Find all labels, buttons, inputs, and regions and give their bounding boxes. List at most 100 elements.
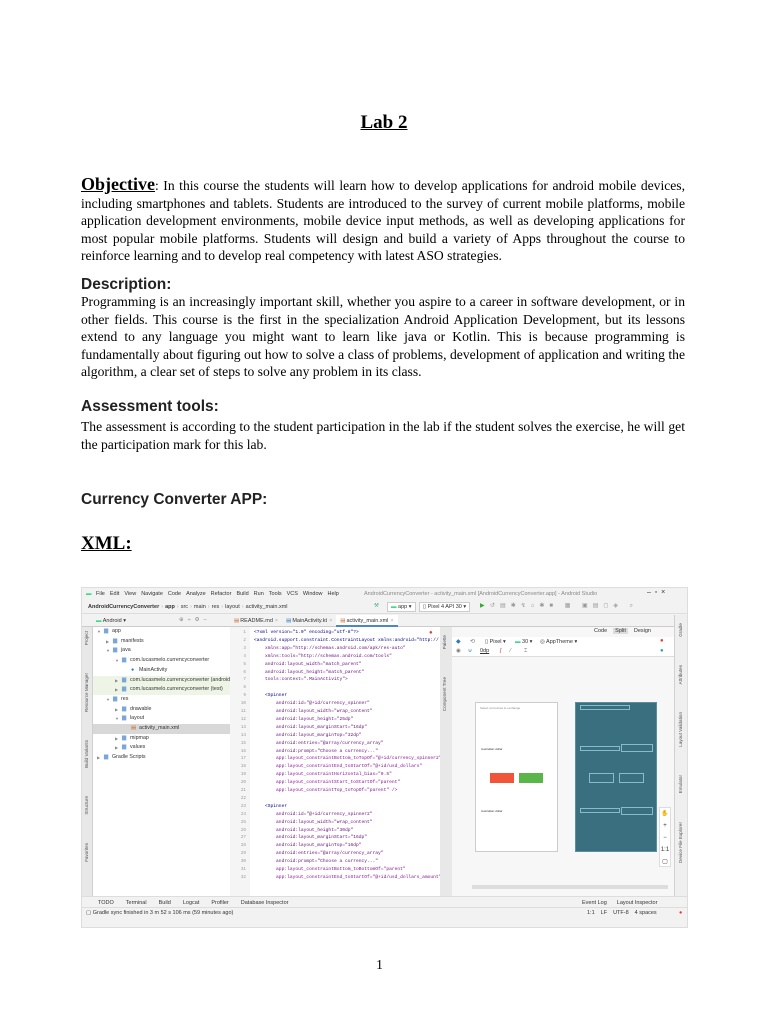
tool-button-build[interactable]: Build bbox=[159, 900, 171, 906]
orientation-icon[interactable]: ⟲ bbox=[470, 638, 475, 645]
tool-button-lf[interactable]: LF bbox=[601, 910, 607, 916]
expand-arrow-icon[interactable]: ▶ bbox=[97, 753, 100, 763]
menu-item-code[interactable]: Code bbox=[168, 591, 181, 597]
tree-item[interactable]: ▶ ▆ drawable bbox=[93, 705, 230, 715]
view-mode-split[interactable]: Split bbox=[613, 628, 628, 634]
menu-item-file[interactable]: File bbox=[96, 591, 105, 597]
tab-mainactivity-kt[interactable]: ▤MainActivity.kt × bbox=[282, 615, 336, 627]
expand-arrow-icon[interactable]: ▼ bbox=[115, 656, 119, 666]
window-controls[interactable]: – ▫ × bbox=[647, 589, 665, 596]
zoom-controls[interactable]: ✋ + −1:1 ▢ bbox=[659, 807, 671, 867]
expand-arrow-icon[interactable]: ▶ bbox=[115, 685, 118, 695]
tool-button-utf-8[interactable]: UTF-8 bbox=[613, 910, 629, 916]
tool-button-1:1[interactable]: 1:1 bbox=[587, 910, 595, 916]
device-preview-select[interactable]: ▯ Pixel ▾ bbox=[485, 639, 506, 645]
expand-arrow-icon[interactable]: ▶ bbox=[106, 637, 109, 647]
breadcrumb-item[interactable]: layout bbox=[225, 604, 240, 610]
tool-window-palette[interactable]: Palette bbox=[442, 635, 447, 649]
tree-item[interactable]: ▶ ▆ Gradle Scripts bbox=[93, 753, 230, 763]
tree-item[interactable]: ▤ activity_main.xml bbox=[93, 724, 230, 734]
design-surface-icon[interactable]: ◆ bbox=[456, 638, 461, 645]
tab-activity-main-xml[interactable]: ▤activity_main.xml × bbox=[336, 615, 398, 627]
device-select[interactable]: ▯ Pixel 4 API 30 ▾ bbox=[419, 602, 471, 612]
toolbar-icons[interactable]: ↺▤✱↯⌂✱■ ▦ ▣▤◻◈ ⌕ bbox=[490, 602, 638, 610]
tree-item[interactable]: ▶ ▆ values bbox=[93, 743, 230, 753]
run-icon[interactable]: ▶ bbox=[480, 602, 485, 609]
api-select[interactable]: ▬ 30 ▾ bbox=[515, 639, 532, 645]
tree-item[interactable]: ▶ ▆ com.lucasmelo.currencyconverter (andro… bbox=[93, 675, 242, 686]
tool-window-structure[interactable]: Structure bbox=[84, 796, 89, 815]
tree-item[interactable]: ▼ ▆ com.lucasmelo.currencyconverter bbox=[93, 656, 230, 666]
horizontal-scrollbar[interactable] bbox=[472, 885, 668, 889]
expand-arrow-icon[interactable]: ▼ bbox=[106, 646, 110, 656]
default-margin-select[interactable]: 0dp bbox=[480, 648, 489, 654]
design-preview[interactable]: Select currencies to exchange Australian… bbox=[475, 702, 558, 852]
menu-item-navigate[interactable]: Navigate bbox=[141, 591, 163, 597]
tool-window-favorites[interactable]: Favorites bbox=[84, 843, 89, 862]
expand-arrow-icon[interactable]: ▶ bbox=[115, 743, 118, 753]
tool-window-layout-validation[interactable]: Layout Validation bbox=[678, 712, 683, 747]
tree-item[interactable]: ▼ ▆ java bbox=[93, 646, 230, 656]
tool-button-event-log[interactable]: Event Log bbox=[582, 900, 607, 906]
code-editor[interactable]: 1 <?xml version="1.0" encoding="utf-8"?> 2… bbox=[230, 627, 441, 896]
project-view-select[interactable]: ▬ Android ▾ bbox=[96, 618, 126, 624]
error-icon[interactable]: ● bbox=[679, 910, 682, 916]
tool-button-todo[interactable]: TODO bbox=[98, 900, 114, 906]
menu-item-run[interactable]: Run bbox=[254, 591, 264, 597]
tree-item[interactable]: ▼ ▆ layout bbox=[93, 714, 230, 724]
expand-arrow-icon[interactable]: ▼ bbox=[106, 695, 110, 705]
breadcrumb-item[interactable]: main bbox=[194, 604, 206, 610]
breadcrumb-item[interactable]: res bbox=[212, 604, 220, 610]
tool-button-profiler[interactable]: Profiler bbox=[211, 900, 228, 906]
tool-window-project[interactable]: Project bbox=[84, 631, 89, 645]
close-icon[interactable]: × bbox=[390, 618, 393, 624]
close-icon[interactable]: × bbox=[329, 618, 332, 624]
tree-item[interactable]: ▶ ▆ mipmap bbox=[93, 734, 230, 744]
menu-item-help[interactable]: Help bbox=[327, 591, 338, 597]
expand-arrow-icon[interactable]: ▶ bbox=[115, 676, 118, 686]
tree-item[interactable]: ▶ ▆ manifests bbox=[93, 637, 230, 647]
expand-arrow-icon[interactable]: ▶ bbox=[115, 705, 118, 715]
project-toolbar-icons[interactable]: ⊕÷⚙– bbox=[179, 617, 211, 623]
tool-button-logcat[interactable]: Logcat bbox=[183, 900, 200, 906]
expand-arrow-icon[interactable]: ▶ bbox=[115, 734, 118, 744]
breadcrumb-item[interactable]: activity_main.xml bbox=[246, 604, 288, 610]
breadcrumb-item[interactable]: app bbox=[165, 604, 175, 610]
tool-button-terminal[interactable]: Terminal bbox=[126, 900, 147, 906]
tool-button-database-inspector[interactable]: Database Inspector bbox=[241, 900, 289, 906]
tool-window-component-tree[interactable]: Component Tree bbox=[442, 677, 447, 711]
blueprint-preview[interactable] bbox=[575, 702, 657, 852]
tool-window-attributes[interactable]: Attributes bbox=[678, 665, 683, 684]
tool-window-emulator[interactable]: Emulator bbox=[678, 775, 683, 793]
tool-button-layout-inspector[interactable]: Layout Inspector bbox=[617, 900, 658, 906]
tree-item[interactable]: ● MainActivity bbox=[93, 666, 230, 676]
tool-window-resource-manager[interactable]: Resource Manager bbox=[84, 673, 89, 712]
infer-constraints-icon[interactable]: ⁄ bbox=[510, 648, 511, 654]
expand-arrow-icon[interactable]: ▼ bbox=[115, 714, 119, 724]
tree-item[interactable]: ▶ ▆ com.lucasmelo.currencyconverter (test) bbox=[93, 685, 230, 695]
menu-item-analyze[interactable]: Analyze bbox=[186, 591, 206, 597]
tool-window-build-variants[interactable]: Build Variants bbox=[84, 740, 89, 768]
view-mode-code[interactable]: Code bbox=[592, 628, 609, 634]
error-badge-icon[interactable]: ● bbox=[660, 638, 664, 644]
close-icon[interactable]: × bbox=[275, 618, 278, 624]
menu-item-refactor[interactable]: Refactor bbox=[211, 591, 232, 597]
info-icon[interactable]: ● bbox=[660, 648, 664, 654]
tool-button-4-spaces[interactable]: 4 spaces bbox=[635, 910, 657, 916]
menu-item-edit[interactable]: Edit bbox=[110, 591, 119, 597]
menu-item-vcs[interactable]: VCS bbox=[287, 591, 298, 597]
magnet-icon[interactable]: ⊍ bbox=[468, 648, 472, 654]
tree-item[interactable]: ▼ ▆ app bbox=[93, 627, 230, 637]
menu-item-build[interactable]: Build bbox=[236, 591, 248, 597]
tab-readme-md[interactable]: ▤README.md × bbox=[230, 615, 282, 627]
expand-arrow-icon[interactable]: ▼ bbox=[97, 627, 101, 637]
menu-item-window[interactable]: Window bbox=[303, 591, 323, 597]
breadcrumb-item[interactable]: src bbox=[181, 604, 188, 610]
tool-window-gradle[interactable]: Gradle bbox=[678, 623, 683, 637]
theme-select[interactable]: ◎ AppTheme ▾ bbox=[540, 639, 577, 645]
tree-item[interactable]: ▼ ▆ res bbox=[93, 695, 230, 705]
clear-constraints-icon[interactable]: ∫ bbox=[500, 648, 502, 654]
run-config-select[interactable]: ▬ app ▾ bbox=[387, 602, 416, 612]
view-mode-design[interactable]: Design bbox=[632, 628, 653, 634]
hammer-icon[interactable]: ⚒ bbox=[374, 603, 379, 609]
